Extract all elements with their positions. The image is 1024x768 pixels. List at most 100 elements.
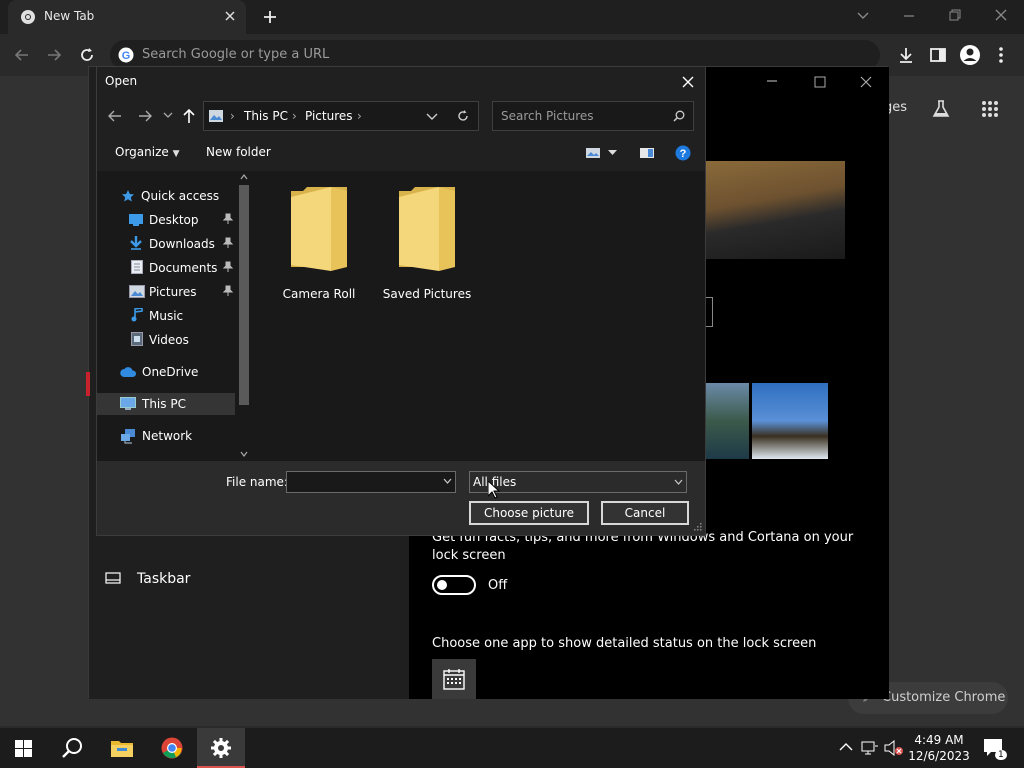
back-arrow-icon[interactable]	[14, 47, 30, 63]
pin-icon	[223, 213, 233, 225]
lock-screen-thumbnail-mountain[interactable]	[752, 383, 828, 459]
nav-item-desktop[interactable]: Desktop	[97, 209, 235, 231]
new-folder-button[interactable]: New folder	[206, 145, 271, 159]
lock-screen-thumbnail-lake[interactable]	[705, 383, 749, 459]
pictures-icon	[129, 285, 145, 298]
organize-button[interactable]: Organize ▼	[115, 145, 180, 159]
music-icon	[131, 308, 143, 322]
customize-chrome-label: Customize Chrome	[882, 690, 1006, 705]
forward-arrow-icon[interactable]	[46, 47, 62, 63]
volume-muted-icon[interactable]	[884, 740, 904, 756]
fun-facts-toggle[interactable]	[432, 575, 476, 595]
nav-item-quick-access[interactable]: Quick access	[97, 185, 235, 207]
google-apps-grid-icon[interactable]	[981, 100, 999, 118]
scroll-down-chevron-icon[interactable]	[240, 451, 248, 457]
nav-item-network[interactable]: Network	[97, 425, 235, 447]
hidden-icons-chevron-icon[interactable]	[839, 742, 853, 752]
dialog-search-box[interactable]: Search Pictures	[492, 101, 694, 131]
nav-item-label: Downloads	[149, 237, 215, 251]
pin-icon	[223, 237, 233, 249]
computer-icon	[120, 397, 136, 411]
chrome-menu-icon[interactable]	[998, 46, 1004, 64]
scroll-up-chevron-icon[interactable]	[240, 174, 248, 180]
dialog-footer: File name: All files Choose picture Canc…	[97, 461, 705, 535]
clock-time: 4:49 AM	[914, 733, 964, 747]
refresh-icon[interactable]	[456, 109, 470, 123]
file-type-chevron-icon	[674, 479, 683, 485]
nav-item-label: OneDrive	[142, 365, 199, 379]
download-icon	[130, 236, 142, 250]
chrome-close-icon[interactable]	[994, 8, 1008, 22]
dialog-forward-arrow-icon[interactable]	[138, 109, 152, 123]
detailed-status-app-button[interactable]	[432, 659, 476, 699]
document-icon	[131, 260, 143, 274]
chrome-tab-new-tab[interactable]: New Tab	[8, 0, 246, 34]
resize-grip-icon[interactable]	[694, 523, 702, 531]
taskbar-search-button[interactable]	[48, 728, 96, 768]
nav-item-music[interactable]: Music	[97, 305, 235, 327]
dialog-title-bar: Open	[97, 67, 705, 97]
nav-item-label: Network	[142, 429, 193, 443]
nav-item-onedrive[interactable]: OneDrive	[97, 361, 235, 383]
nav-item-label: Pictures	[149, 285, 197, 299]
tab-close-icon[interactable]	[224, 10, 236, 22]
new-tab-plus-icon[interactable]	[262, 9, 278, 25]
dialog-title: Open	[105, 74, 138, 88]
network-status-icon[interactable]	[861, 740, 879, 756]
settings-nav-taskbar-label: Taskbar	[137, 571, 191, 587]
nav-item-downloads[interactable]: Downloads	[97, 233, 235, 255]
star-icon	[121, 189, 135, 203]
file-type-filter[interactable]: All files	[469, 471, 687, 493]
up-arrow-icon[interactable]	[182, 108, 196, 124]
cancel-button[interactable]: Cancel	[601, 501, 689, 525]
labs-flask-icon[interactable]	[931, 99, 951, 119]
taskbar-file-explorer[interactable]	[98, 728, 146, 768]
address-history-chevron-icon[interactable]	[426, 113, 438, 121]
taskbar-chrome[interactable]	[148, 728, 196, 768]
dialog-back-arrow-icon[interactable]	[108, 109, 122, 123]
breadcrumb-this-pc[interactable]: This PC	[244, 109, 288, 123]
folder-label: Saved Pictures	[382, 287, 472, 301]
nav-item-pictures[interactable]: Pictures	[97, 281, 235, 303]
address-bar[interactable]: › This PC › Pictures ›	[203, 101, 479, 131]
help-icon[interactable]: ?	[675, 145, 691, 161]
tab-search-chevron-icon[interactable]	[856, 10, 870, 22]
chrome-minimize-icon[interactable]	[902, 10, 916, 22]
nav-item-this-pc[interactable]: This PC	[97, 393, 235, 415]
nav-pane-scroll-thumb[interactable]	[239, 185, 249, 405]
nav-item-documents[interactable]: Documents	[97, 257, 235, 279]
google-g-icon: G	[118, 47, 134, 63]
download-icon[interactable]	[897, 46, 915, 64]
folder-camera-roll[interactable]: Camera Roll	[269, 183, 369, 301]
nav-item-videos[interactable]: Videos	[97, 329, 235, 351]
windows-logo-icon	[15, 740, 32, 757]
dialog-nav-row: › This PC › Pictures › Search Pictures	[97, 97, 705, 137]
browse-button-edge[interactable]	[705, 297, 713, 327]
settings-maximize-icon[interactable]	[813, 75, 827, 89]
view-options-caret-icon[interactable]	[608, 150, 617, 156]
organize-caret-icon: ▼	[172, 149, 180, 159]
reload-icon[interactable]	[78, 46, 96, 64]
taskbar-settings[interactable]	[197, 728, 245, 768]
dialog-close-icon[interactable]	[677, 71, 699, 93]
settings-close-icon[interactable]	[859, 75, 873, 89]
start-button[interactable]	[0, 728, 48, 768]
fun-facts-label-line2: lock screen	[432, 548, 506, 563]
search-icon	[61, 737, 83, 759]
system-clock[interactable]: 4:49 AM 12/6/2023	[908, 732, 970, 764]
recent-locations-chevron-icon[interactable]	[163, 111, 173, 119]
folder-saved-pictures[interactable]: Saved Pictures	[377, 183, 477, 301]
settings-minimize-icon[interactable]	[765, 75, 779, 87]
preview-pane-icon[interactable]	[639, 147, 655, 159]
desktop-icon	[129, 214, 143, 226]
toggle-knob	[437, 580, 447, 590]
change-view-icon[interactable]	[585, 147, 601, 159]
breadcrumb-pictures[interactable]: Pictures	[305, 109, 353, 123]
side-panel-icon[interactable]	[929, 46, 947, 64]
choose-picture-button[interactable]: Choose picture	[469, 501, 589, 525]
file-name-input[interactable]	[286, 471, 456, 493]
chrome-restore-icon[interactable]	[948, 8, 962, 22]
calendar-icon	[443, 668, 465, 690]
profile-avatar-icon[interactable]	[959, 44, 981, 66]
file-name-dropdown-chevron-icon[interactable]	[443, 478, 452, 484]
